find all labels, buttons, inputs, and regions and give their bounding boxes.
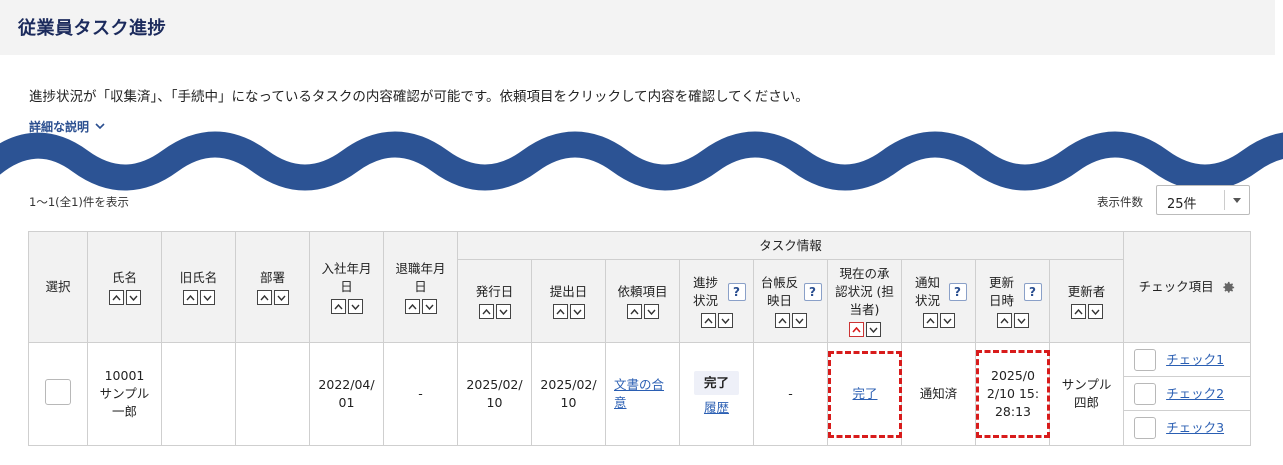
sort-desc-button[interactable] <box>199 290 215 305</box>
cell-updated-at: 2025/02/10 15:28:13 <box>975 342 1050 446</box>
header-hire-date: 入社年月日 <box>309 231 384 343</box>
sort-asc-button[interactable] <box>256 290 272 305</box>
page-title: 従業員タスク進捗 <box>18 18 166 39</box>
sort-asc-button[interactable] <box>626 304 642 319</box>
header-notify: 通知状況? <box>901 259 976 343</box>
sort-asc-button[interactable] <box>108 290 124 305</box>
header-submit-date: 提出日 <box>531 259 606 343</box>
sort-desc-button[interactable] <box>643 304 659 319</box>
sort-asc-button[interactable] <box>922 313 938 328</box>
row-select-checkbox[interactable] <box>45 378 71 405</box>
header-ledger-date: 台帳反映日? <box>753 259 828 343</box>
cell-submit-date: 2025/02/10 <box>531 342 606 446</box>
check-item-checkbox[interactable] <box>1134 348 1157 371</box>
highlight-box: 2025/02/10 15:28:13 <box>976 350 1050 438</box>
cell-check-items: チェック1 チェック2 チェック3 <box>1123 342 1252 446</box>
header-progress: 進捗状況? <box>679 259 754 343</box>
cell-updated-by: サンプル四郎 <box>1048 342 1125 446</box>
page-header: 従業員タスク進捗 <box>0 0 1275 55</box>
cell-former-name <box>161 342 236 446</box>
task-table: 選択 氏名 旧氏名 部署 入社年月日 退職年月日 タスク情報 チェック項目 発行… <box>28 231 1252 446</box>
cell-progress: 完了 履歴 <box>679 342 754 446</box>
check-item-row: チェック3 <box>1124 411 1250 444</box>
check-item-checkbox[interactable] <box>1134 382 1157 405</box>
description-text: 進捗状況が「収集済」、「手続中」になっているタスクの内容確認が可能です。依頼項目… <box>29 89 809 105</box>
sort-desc-button[interactable] <box>1013 313 1029 328</box>
highlight-box: 完了 <box>828 350 902 438</box>
per-page-select[interactable]: 25件 <box>1156 185 1250 215</box>
sort-asc-button[interactable] <box>774 313 790 328</box>
cell-name: 10001 サンプル一郎 <box>87 342 162 446</box>
sort-asc-button[interactable] <box>996 313 1012 328</box>
result-count: 1～1(全1)件を表示 <box>29 195 129 209</box>
employee-name: サンプル一郎 <box>99 386 150 419</box>
sort-desc-button[interactable] <box>569 304 585 319</box>
cell-hire-date: 2022/04/01 <box>309 342 384 446</box>
cell-select <box>28 342 88 446</box>
header-updated-by: 更新者 <box>1048 259 1125 343</box>
header-name: 氏名 <box>87 231 162 343</box>
cell-leave-date: - <box>383 342 458 446</box>
header-approval: 現在の承認状況 (担当者) <box>827 259 902 343</box>
select-divider <box>1224 190 1225 210</box>
sort-asc-button[interactable] <box>404 299 420 314</box>
sort-desc-button[interactable] <box>495 304 511 319</box>
sort-desc-button[interactable] <box>865 322 881 337</box>
employee-id: 10001 <box>104 368 145 383</box>
sort-desc-button[interactable] <box>1087 304 1103 319</box>
cell-notify: 通知済 <box>901 342 976 446</box>
gear-icon[interactable] <box>1221 280 1236 295</box>
per-page-label: 表示件数 <box>1097 195 1143 209</box>
sort-asc-button[interactable] <box>330 299 346 314</box>
check-item-row: チェック1 <box>1124 343 1251 377</box>
cell-issue-date: 2025/02/10 <box>457 342 532 446</box>
sort-desc-button[interactable] <box>717 313 733 328</box>
sort-asc-button[interactable] <box>552 304 568 319</box>
check-item-checkbox[interactable] <box>1134 416 1157 439</box>
header-department: 部署 <box>235 231 310 343</box>
status-badge: 完了 <box>693 371 739 395</box>
sort-desc-button[interactable] <box>273 290 289 305</box>
cell-ledger-date: - <box>753 342 828 446</box>
cell-request-item: 文書の合意 <box>605 342 680 446</box>
header-check-items: チェック項目 <box>1123 231 1252 343</box>
help-icon[interactable]: ? <box>803 283 822 301</box>
updated-at-value: 2025/02/10 15:28:13 <box>986 368 1040 419</box>
sort-asc-button[interactable] <box>478 304 494 319</box>
sort-asc-button[interactable] <box>1070 304 1086 319</box>
header-task-group: タスク情報 <box>456 231 1125 260</box>
sort-asc-button[interactable] <box>182 290 198 305</box>
cell-approval: 完了 <box>827 342 902 446</box>
history-link[interactable]: 履歴 <box>704 400 729 415</box>
sort-asc-button[interactable] <box>700 313 716 328</box>
check-item-link[interactable]: チェック1 <box>1166 351 1224 369</box>
sort-desc-button[interactable] <box>125 290 141 305</box>
header-request-item: 依頼項目 <box>605 259 680 343</box>
sort-asc-button-active[interactable] <box>848 322 864 337</box>
check-item-link[interactable]: チェック2 <box>1166 385 1224 403</box>
check-item-link[interactable]: チェック3 <box>1166 419 1224 437</box>
help-icon[interactable]: ? <box>1023 283 1042 301</box>
sort-desc-button[interactable] <box>791 313 807 328</box>
cell-department <box>235 342 310 446</box>
header-former-name: 旧氏名 <box>161 231 236 343</box>
approval-link[interactable]: 完了 <box>852 385 877 403</box>
header-issue-date: 発行日 <box>457 259 532 343</box>
header-leave-date: 退職年月日 <box>383 231 458 343</box>
table-row: 10001 サンプル一郎 2022/04/01 - 2025/02/10 202… <box>28 342 1252 446</box>
help-icon[interactable]: ? <box>727 283 746 301</box>
help-icon[interactable]: ? <box>948 283 967 301</box>
wave-divider <box>0 131 1283 191</box>
sort-desc-button[interactable] <box>347 299 363 314</box>
sort-desc-button[interactable] <box>421 299 437 314</box>
header-select: 選択 <box>28 231 88 343</box>
sort-desc-button[interactable] <box>939 313 955 328</box>
per-page-value: 25件 <box>1167 197 1197 212</box>
header-updated-at: 更新日時? <box>975 259 1050 343</box>
request-item-link[interactable]: 文書の合意 <box>614 377 664 410</box>
caret-down-icon <box>1233 198 1241 203</box>
check-item-row: チェック2 <box>1124 377 1251 411</box>
